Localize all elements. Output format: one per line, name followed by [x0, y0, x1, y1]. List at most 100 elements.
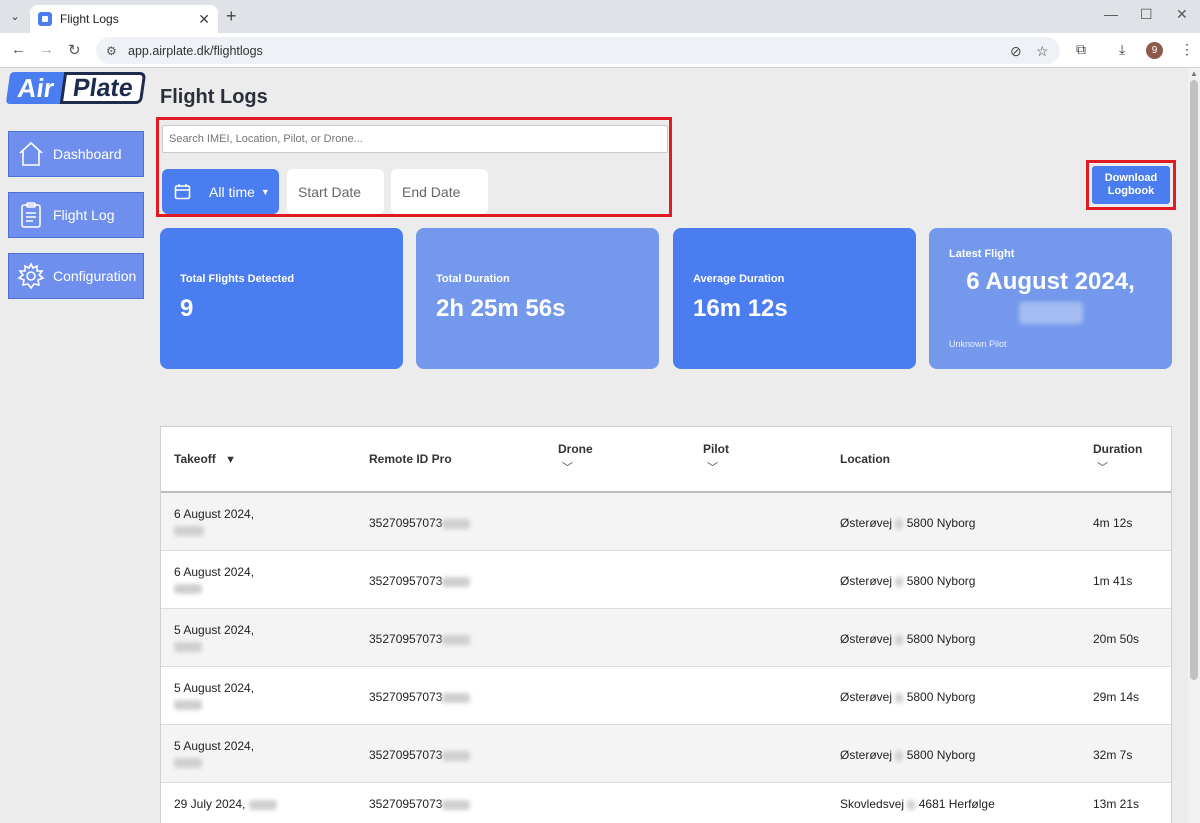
start-date-input[interactable]: Start Date: [287, 169, 384, 214]
redacted-time: [174, 641, 202, 652]
stat-value: 6 August 2024,: [966, 268, 1135, 295]
location-street: Skovledsvej: [840, 797, 905, 811]
header-duration[interactable]: Duration ﹀: [1093, 442, 1142, 475]
caret-down-icon: ▼: [260, 186, 270, 197]
header-label: Takeoff: [174, 452, 216, 466]
location: Skovledsvej 4681 Herfølge: [840, 797, 995, 811]
location-city: 5800 Nyborg: [906, 516, 976, 530]
stat-value: 9: [180, 295, 194, 322]
tab-search-chevron-icon[interactable]: ⌄: [6, 7, 24, 25]
location-street: Østerøvej: [840, 574, 893, 588]
location: Østerøvej 5800 Nyborg: [840, 574, 975, 588]
stat-card-total-duration: Total Duration 2h 25m 56s: [416, 228, 659, 369]
forward-arrow-icon[interactable]: →: [39, 41, 54, 58]
logo-plate: Plate: [59, 72, 147, 104]
back-arrow-icon[interactable]: ←: [11, 41, 26, 58]
date-range-dropdown[interactable]: All time ▼: [162, 169, 279, 214]
chevron-down-icon: ﹀: [1097, 462, 1108, 474]
table-row[interactable]: 5 August 2024, 35270957073 Østerøvej 580…: [161, 725, 1171, 783]
stat-value: 2h 25m 56s: [436, 295, 566, 322]
header-takeoff[interactable]: Takeoff ▼: [174, 452, 236, 466]
location-city: 5800 Nyborg: [906, 748, 976, 762]
sidebar-item-dashboard[interactable]: Dashboard: [8, 131, 144, 177]
scroll-thumb[interactable]: [1190, 80, 1198, 680]
redacted-time: [248, 799, 277, 810]
new-tab-plus-icon[interactable]: +: [226, 6, 237, 27]
location-street: Østerøvej: [840, 632, 893, 646]
redacted-number: [895, 750, 904, 761]
tab-title: Flight Logs: [60, 12, 119, 26]
header-location[interactable]: Location: [840, 452, 890, 466]
duration: 32m 7s: [1093, 748, 1133, 762]
table-row[interactable]: 5 August 2024, 35270957073 Østerøvej 580…: [161, 609, 1171, 667]
redacted-time: [174, 757, 202, 768]
header-pilot[interactable]: Pilot ﹀: [703, 442, 729, 475]
gear-icon: [17, 262, 45, 290]
redacted-number: [895, 576, 904, 587]
airplate-favicon-icon: [38, 12, 52, 26]
location-street: Østerøvej: [840, 690, 893, 704]
tracking-protection-icon[interactable]: ⊘: [1010, 43, 1022, 60]
duration: 13m 21s: [1093, 797, 1140, 811]
table-row[interactable]: 5 August 2024, 35270957073 Østerøvej 580…: [161, 667, 1171, 725]
minimize-icon[interactable]: —: [1104, 6, 1118, 22]
table-row[interactable]: 6 August 2024, 35270957073 Østerøvej 580…: [161, 493, 1171, 551]
redacted-number: [895, 518, 904, 529]
redacted-number: [895, 634, 904, 645]
page-scrollbar[interactable]: ▲: [1188, 68, 1200, 823]
redacted-id: [442, 799, 471, 810]
sidebar-item-flight-log[interactable]: Flight Log: [8, 192, 144, 238]
close-window-icon[interactable]: ✕: [1176, 6, 1188, 23]
remote-id-text: 35270957073: [369, 632, 443, 646]
address-bar[interactable]: ⚙ app.airplate.dk/flightlogs ⊘ ☆: [96, 37, 1060, 64]
location: Østerøvej 5800 Nyborg: [840, 690, 975, 704]
reload-icon[interactable]: ↻: [68, 41, 81, 59]
site-settings-icon[interactable]: ⚙: [106, 44, 120, 58]
table-row[interactable]: 29 July 2024, 35270957073 Skovledsvej 46…: [161, 783, 1171, 823]
airplate-logo[interactable]: Air Plate: [5, 70, 147, 106]
end-date-input[interactable]: End Date: [391, 169, 488, 214]
bookmark-star-icon[interactable]: ☆: [1036, 43, 1049, 60]
stat-card-latest-flight: Latest Flight 6 August 2024, Unknown Pil…: [929, 228, 1172, 369]
scroll-up-arrow-icon[interactable]: ▲: [1190, 69, 1198, 78]
extensions-puzzle-icon[interactable]: ⧉: [1076, 41, 1086, 58]
location-city: 5800 Nyborg: [906, 574, 976, 588]
sidebar-item-configuration[interactable]: Configuration: [8, 253, 144, 299]
remote-id: 35270957073: [369, 574, 471, 588]
location-city: 5800 Nyborg: [906, 632, 976, 646]
sidebar-item-label: Configuration: [53, 268, 137, 284]
header-drone[interactable]: Drone ﹀: [558, 442, 593, 475]
stat-label: Average Duration: [693, 273, 785, 285]
redacted-id: [442, 692, 471, 703]
stat-label: Total Duration: [436, 273, 510, 285]
filter-highlight: All time ▼ Start Date End Date: [156, 117, 672, 217]
redacted-time: [174, 699, 202, 710]
maximize-icon[interactable]: ☐: [1140, 6, 1153, 23]
table-row[interactable]: 6 August 2024, 35270957073 Østerøvej 580…: [161, 551, 1171, 609]
browser-toolbar: ← → ↻ ⚙ app.airplate.dk/flightlogs ⊘ ☆: [0, 33, 1200, 68]
chevron-down-icon: ﹀: [562, 462, 573, 474]
stat-label: Latest Flight: [949, 248, 1015, 260]
latest-pilot: Unknown Pilot: [949, 339, 1007, 349]
downloads-icon[interactable]: ⤓: [1119, 41, 1125, 58]
search-input[interactable]: [162, 125, 668, 153]
browser-tab[interactable]: Flight Logs ✕: [30, 5, 218, 33]
remote-id: 35270957073: [369, 797, 471, 811]
download-logbook-button[interactable]: Download Logbook: [1092, 166, 1170, 204]
redacted-time: [1019, 302, 1083, 324]
takeoff-date: 5 August 2024,: [174, 623, 255, 637]
takeoff-date-text: 29 July 2024,: [174, 797, 246, 811]
browser-menu-icon[interactable]: ⋮: [1180, 41, 1194, 58]
remote-id: 35270957073: [369, 632, 471, 646]
redacted-number: [895, 692, 904, 703]
header-remote-id[interactable]: Remote ID Pro: [369, 452, 452, 466]
close-tab-icon[interactable]: ✕: [198, 11, 210, 28]
remote-id: 35270957073: [369, 690, 471, 704]
sort-chevron-down-icon: ▼: [225, 454, 237, 466]
location-city: 4681 Herfølge: [918, 797, 995, 811]
remote-id-text: 35270957073: [369, 797, 443, 811]
profile-avatar[interactable]: 9: [1146, 42, 1163, 59]
stat-card-average-duration: Average Duration 16m 12s: [673, 228, 916, 369]
redacted-number: [907, 799, 916, 810]
duration: 29m 14s: [1093, 690, 1140, 704]
